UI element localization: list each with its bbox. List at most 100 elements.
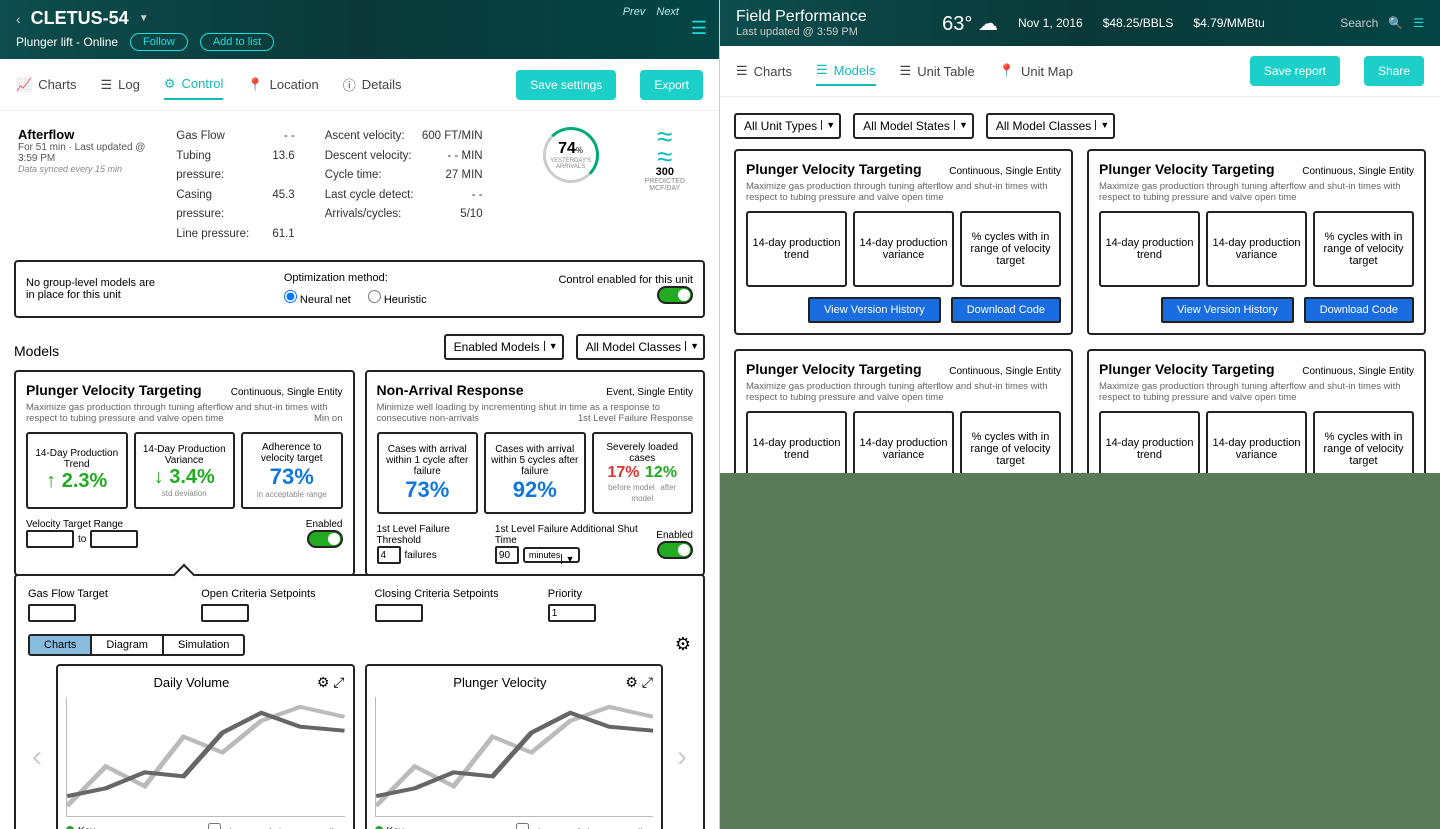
search-label[interactable]: Search <box>1340 16 1378 30</box>
chart1-gear-icon[interactable]: ⚙ <box>317 674 330 690</box>
filter-unit-types[interactable]: All Unit Types <box>734 113 841 139</box>
range-max-input[interactable] <box>90 530 138 548</box>
field-title: Field Performance <box>736 8 867 26</box>
tab-fp-charts[interactable]: ☰Charts <box>736 57 792 85</box>
charts-gear-icon[interactable]: ⚙ <box>675 634 691 655</box>
unit-header: ‹ CLETUS-54 ▼ Prev Next ☰ Plunger lift -… <box>0 0 719 59</box>
back-chevron-icon[interactable]: ‹ <box>16 11 21 27</box>
afterflow-title: Afterflow <box>18 127 146 142</box>
tab-fp-unit-map[interactable]: 📍Unit Map <box>999 57 1073 85</box>
export-button[interactable]: Export <box>640 70 703 100</box>
models-filter-enabled[interactable]: Enabled Models <box>444 334 564 360</box>
radio-heuristic[interactable]: Heuristic <box>368 294 427 306</box>
afterflow-subtitle: For 51 min · Last updated @ 3:59 PM <box>18 142 146 164</box>
tab-location[interactable]: 📍Location <box>247 71 318 99</box>
charttab-charts[interactable]: Charts <box>30 636 92 654</box>
unit-dropdown-icon[interactable]: ▼ <box>139 13 149 24</box>
metric-loaded: Severely loaded cases 17% 12% before mod… <box>592 432 694 514</box>
shut-time-input[interactable] <box>495 546 519 564</box>
model-b-toggle[interactable] <box>657 541 693 559</box>
control-enabled-toggle[interactable] <box>657 286 693 304</box>
weather-icon: ☁ <box>978 13 998 35</box>
models-title: Models <box>14 343 59 359</box>
filter-model-classes[interactable]: All Model Classes <box>986 113 1115 139</box>
background-fill <box>720 473 1440 829</box>
shut-unit-select[interactable]: minutes <box>523 547 581 563</box>
metric-1cycle: Cases with arrival within 1 cycle after … <box>377 432 479 514</box>
fp-model-card: Plunger Velocity TargetingContinuous, Si… <box>734 349 1073 473</box>
save-report-button[interactable]: Save report <box>1250 56 1340 86</box>
follow-button[interactable]: Follow <box>130 33 188 51</box>
tab-fp-unit-table[interactable]: ☰Unit Table <box>900 57 975 85</box>
chart2-expand-icon[interactable]: ⤢ <box>642 674 653 690</box>
models-filter-class[interactable]: All Model Classes <box>576 334 705 360</box>
chart1-expand-icon[interactable]: ⤢ <box>333 674 344 690</box>
fp-metric-trend: 14-day production trend <box>1099 211 1200 287</box>
control-enabled-label: Control enabled for this unit <box>558 274 693 286</box>
view-history-button[interactable]: View Version History <box>1161 297 1294 323</box>
unit-title: CLETUS-54 <box>31 8 129 29</box>
gas-target-input[interactable] <box>28 604 76 622</box>
close-criteria-input[interactable] <box>375 604 423 622</box>
fp-metric-cycles: % cycles with in range of velocity targe… <box>960 211 1061 287</box>
chart1-alert-checkbox[interactable]: Alert me of chart anomalies <box>208 823 345 829</box>
chart-plunger-velocity: Plunger Velocity ⚙ ⤢ Key Alert me of cha… <box>365 664 664 829</box>
gas-target-label: Gas Flow Target <box>28 588 171 600</box>
priority-input[interactable] <box>548 604 596 622</box>
filter-model-states[interactable]: All Model States <box>853 113 974 139</box>
chart-prev-icon[interactable]: ‹ <box>28 740 46 774</box>
threshold-input[interactable] <box>377 546 401 564</box>
info-icon: ⓘ <box>343 75 356 94</box>
price-bbls: $48.25/BBLS <box>1103 16 1174 30</box>
charttab-diagram[interactable]: Diagram <box>92 636 164 654</box>
unit-detail-panel: ‹ CLETUS-54 ▼ Prev Next ☰ Plunger lift -… <box>0 0 720 829</box>
fp-metric-trend: 14-day production trend <box>746 411 847 473</box>
settings-icon[interactable]: ☰ <box>1413 16 1424 30</box>
fp-metric-trend: 14-day production trend <box>746 211 847 287</box>
list-icon: ☰ <box>100 77 112 93</box>
unit-tabs: 📈Charts ☰Log ⚙Control 📍Location ⓘDetails… <box>0 59 719 111</box>
settings-toggle-icon[interactable]: ☰ <box>691 18 707 39</box>
chart2-alert-checkbox[interactable]: Alert me of chart anomalies <box>516 823 653 829</box>
open-criteria-label: Open Criteria Setpoints <box>201 588 344 600</box>
model-a-toggle[interactable] <box>307 530 343 548</box>
pin-icon: 📍 <box>247 77 263 93</box>
view-history-button[interactable]: View Version History <box>808 297 941 323</box>
fp-model-card: Plunger Velocity TargetingContinuous, Si… <box>1087 349 1426 473</box>
open-criteria-input[interactable] <box>201 604 249 622</box>
charttab-sim[interactable]: Simulation <box>164 636 243 654</box>
field-content: All Unit Types All Model States All Mode… <box>720 97 1440 473</box>
fp-model-card: Plunger Velocity TargetingContinuous, Si… <box>1087 149 1426 335</box>
prev-next-nav: Prev Next <box>615 6 679 18</box>
radio-neural[interactable]: Neural net <box>284 294 351 306</box>
search-icon[interactable]: 🔍 <box>1388 16 1403 30</box>
metric-5cycle: Cases with arrival within 5 cycles after… <box>484 432 586 514</box>
download-code-button[interactable]: Download Code <box>951 297 1061 323</box>
share-button[interactable]: Share <box>1364 56 1424 86</box>
opt-method-label: Optimization method: <box>284 272 441 284</box>
tab-control[interactable]: ⚙Control <box>164 70 224 100</box>
tab-fp-models[interactable]: ☰Models <box>816 56 876 86</box>
add-to-list-button[interactable]: Add to list <box>200 33 274 51</box>
tab-log[interactable]: ☰Log <box>100 71 139 99</box>
model-card-nonarrival: Non-Arrival Response Event, Single Entit… <box>365 370 706 576</box>
fp-metric-variance: 14-day production variance <box>853 211 954 287</box>
predicted-label: PREDICTED MCF/DAY <box>629 178 701 192</box>
prev-link[interactable]: Prev <box>623 6 646 18</box>
download-code-button[interactable]: Download Code <box>1304 297 1414 323</box>
table-icon: ☰ <box>900 63 912 79</box>
fp-metric-cycles: % cycles with in range of velocity targe… <box>1313 211 1414 287</box>
chart-daily-volume: Daily Volume ⚙ ⤢ Key Alert me of chart a… <box>56 664 355 829</box>
save-settings-button[interactable]: Save settings <box>516 70 616 100</box>
next-link[interactable]: Next <box>656 6 679 18</box>
field-header: Field Performance Last updated @ 3:59 PM… <box>720 0 1440 46</box>
waves-icon: ≈≈ <box>629 127 701 166</box>
fp-metric-variance: 14-day production variance <box>853 411 954 473</box>
close-criteria-label: Closing Criteria Setpoints <box>375 588 518 600</box>
range-min-input[interactable] <box>26 530 74 548</box>
tab-charts[interactable]: 📈Charts <box>16 71 76 99</box>
models-icon: ☰ <box>816 62 828 78</box>
tab-details[interactable]: ⓘDetails <box>343 69 402 100</box>
chart-next-icon[interactable]: › <box>673 740 691 774</box>
chart2-gear-icon[interactable]: ⚙ <box>625 674 638 690</box>
